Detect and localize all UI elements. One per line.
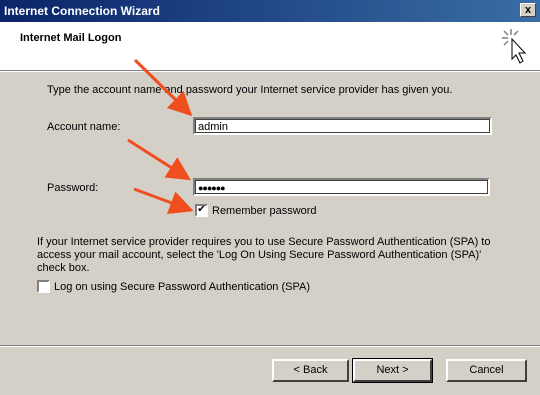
page-title: Internet Mail Logon <box>20 32 122 44</box>
password-label: Password: <box>47 182 99 194</box>
footer-separator <box>0 345 540 347</box>
account-name-label: Account name: <box>47 121 121 133</box>
cancel-button[interactable]: Cancel <box>446 359 527 382</box>
close-icon: x <box>524 4 532 16</box>
remember-password-checkbox[interactable]: ✔ <box>195 204 208 217</box>
account-name-input[interactable]: admin <box>193 117 492 135</box>
arrow-to-remember-password <box>133 187 194 215</box>
spa-checkbox-label: Log on using Secure Password Authenticat… <box>54 281 311 293</box>
arrow-to-password <box>127 138 192 181</box>
close-button[interactable]: x <box>520 3 536 17</box>
spa-description-line-1: If your Internet service provider requir… <box>37 236 491 248</box>
spa-description-line-2: access your mail account, select the 'Lo… <box>37 249 482 261</box>
back-button[interactable]: < Back <box>272 359 349 382</box>
wizard-header: Internet Mail Logon <box>0 22 540 71</box>
remember-password-label: Remember password <box>212 205 317 217</box>
spa-checkbox[interactable] <box>37 280 50 293</box>
next-button[interactable]: Next > <box>352 358 433 383</box>
title-bar: Internet Connection Wizard x <box>0 0 540 22</box>
password-input[interactable]: ●●●●●● <box>193 178 490 196</box>
window-title: Internet Connection Wizard <box>4 4 160 18</box>
instructions-text: Type the account name and password your … <box>47 84 453 96</box>
wizard-cursor-icon <box>502 29 527 64</box>
spa-description-line-3: check box. <box>37 262 90 274</box>
